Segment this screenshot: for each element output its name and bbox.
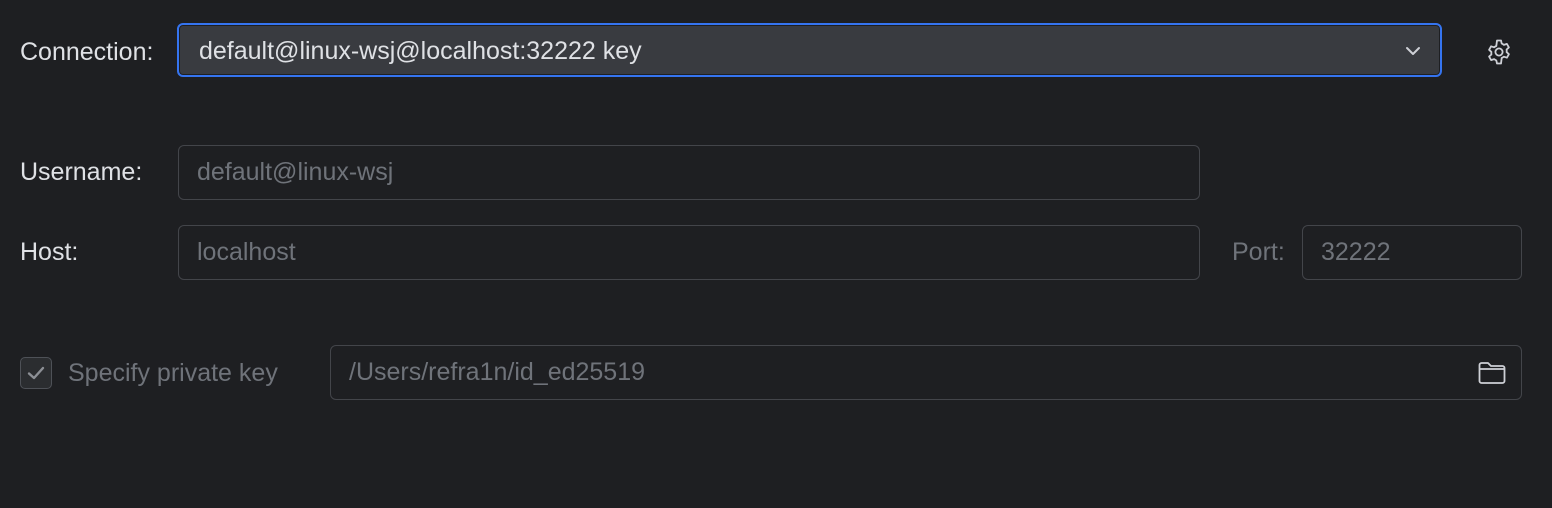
port-field[interactable] bbox=[1303, 226, 1521, 279]
port-label: Port: bbox=[1232, 238, 1285, 266]
connection-dropdown[interactable]: default@linux-wsj@localhost:32222 key bbox=[177, 23, 1442, 77]
chevron-down-icon bbox=[1406, 47, 1420, 55]
port-field-container bbox=[1302, 225, 1522, 280]
private-key-path-field[interactable] bbox=[331, 346, 1521, 399]
connection-selected-value: default@linux-wsj@localhost:32222 key bbox=[199, 37, 642, 65]
connection-label: Connection: bbox=[20, 38, 154, 66]
host-field-container bbox=[178, 225, 1200, 280]
folder-icon[interactable] bbox=[1477, 359, 1507, 387]
gear-icon[interactable] bbox=[1485, 38, 1513, 66]
username-field[interactable] bbox=[179, 146, 1199, 199]
specify-private-key-checkbox[interactable] bbox=[20, 357, 52, 389]
private-key-path-container bbox=[330, 345, 1522, 400]
username-field-container bbox=[178, 145, 1200, 200]
ssh-connection-form: Connection: default@linux-wsj@localhost:… bbox=[0, 0, 1552, 508]
host-label: Host: bbox=[20, 238, 79, 266]
host-field[interactable] bbox=[179, 226, 1199, 279]
checkmark-icon bbox=[27, 366, 45, 380]
specify-private-key-label[interactable]: Specify private key bbox=[68, 358, 278, 388]
username-label: Username: bbox=[20, 158, 143, 186]
